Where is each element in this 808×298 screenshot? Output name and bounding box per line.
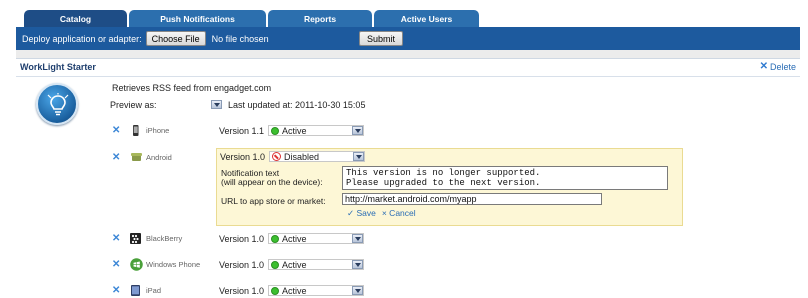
remove-env-icon[interactable]: ✕: [112, 125, 120, 136]
status-value: Active: [282, 285, 307, 296]
notification-text-sublabel: (will appear on the device):: [221, 177, 323, 187]
app-panel: WorkLight Starter ✕ Delete Retrieves RSS…: [16, 58, 800, 298]
env-name: BlackBerry: [146, 234, 183, 243]
delete-x-icon: ✕: [759, 61, 768, 72]
environment-row-ipad: ✕ iPad Version 1.0 Active: [16, 281, 800, 298]
version-control: Version 1.1 Active: [219, 125, 365, 136]
status-select[interactable]: Active: [268, 233, 365, 244]
tab-bar: Catalog Push Notifications Reports Activ…: [24, 10, 479, 27]
active-status-icon: [271, 126, 280, 135]
app-logo-icon: [36, 83, 78, 125]
version-label: Version 1.1: [219, 125, 265, 136]
deploy-bar: Deploy application or adapter: Choose Fi…: [16, 27, 800, 50]
version-label: Version 1.0: [220, 151, 266, 162]
url-input[interactable]: http://market.android.com/myapp: [342, 193, 602, 205]
remove-env-icon[interactable]: ✕: [112, 233, 120, 244]
remove-env-icon[interactable]: ✕: [112, 152, 120, 163]
tab-active-users[interactable]: Active Users: [374, 10, 479, 27]
version-control: Version 1.0 Active: [219, 233, 365, 244]
active-status-icon: [271, 260, 280, 269]
version-label: Version 1.0: [219, 233, 265, 244]
env-name: Android: [146, 153, 172, 162]
delete-app-link[interactable]: ✕ Delete: [759, 61, 796, 73]
chevron-down-icon: [352, 260, 364, 269]
status-value: Active: [282, 233, 307, 244]
tab-catalog[interactable]: Catalog: [24, 10, 127, 27]
version-label: Version 1.0: [219, 259, 265, 270]
active-status-icon: [271, 234, 280, 243]
save-link[interactable]: ✓ Save: [347, 208, 376, 219]
no-file-chosen-text: No file chosen: [211, 33, 269, 44]
chevron-down-icon: [352, 286, 364, 295]
env-name: iPad: [146, 286, 162, 295]
tab-push-notifications[interactable]: Push Notifications: [129, 10, 266, 27]
status-select[interactable]: Active: [268, 259, 365, 270]
chevron-down-icon: [352, 126, 364, 135]
status-value: Active: [282, 125, 307, 136]
ipad-icon: [131, 285, 140, 296]
version-label: Version 1.0: [219, 285, 265, 296]
env-name: iPhone: [146, 126, 170, 135]
form-actions: ✓ Save × Cancel: [347, 208, 416, 219]
chevron-down-icon: [352, 234, 364, 243]
env-name: Windows Phone: [146, 260, 201, 269]
disabled-status-icon: [272, 152, 282, 161]
submit-button[interactable]: Submit: [359, 31, 403, 46]
version-control: Version 1.0 Disabled: [220, 151, 366, 162]
preview-as-value: Preview as:: [110, 99, 157, 110]
app-title: WorkLight Starter: [20, 62, 96, 72]
version-control: Version 1.0 Active: [219, 259, 365, 270]
status-select[interactable]: Active: [268, 285, 365, 296]
environment-row-windows-phone: ✕ Windows Phone Version 1.0 Active: [16, 255, 800, 275]
remove-env-icon[interactable]: ✕: [112, 285, 120, 296]
environment-row-iphone: ✕ iPhone Version 1.1 Active: [16, 121, 800, 141]
last-updated-text: Last updated at: 2011-10-30 15:05: [228, 100, 366, 110]
status-select[interactable]: Active: [268, 125, 365, 136]
app-panel-header: WorkLight Starter ✕ Delete: [16, 59, 800, 77]
url-label: URL to app store or market:: [221, 196, 326, 206]
preview-as-select[interactable]: Preview as:: [110, 98, 222, 111]
environment-row-blackberry: ✕ BlackBerry Version 1.0 Active: [16, 229, 800, 249]
remove-env-icon[interactable]: ✕: [112, 259, 120, 270]
blackberry-icon: [130, 233, 141, 244]
separator: [16, 50, 800, 58]
notification-text-area[interactable]: This version is no longer supported. Ple…: [342, 166, 668, 190]
iphone-icon: [133, 125, 139, 136]
deploy-label: Deploy application or adapter:: [22, 33, 142, 44]
app-description: Retrieves RSS feed from engadget.com: [112, 83, 272, 93]
status-value: Disabled: [284, 151, 320, 162]
delete-label: Delete: [769, 62, 796, 72]
windows-phone-icon: [130, 258, 143, 271]
cancel-link[interactable]: × Cancel: [382, 208, 416, 219]
chevron-down-icon: [353, 152, 365, 161]
tab-reports[interactable]: Reports: [268, 10, 372, 27]
chevron-down-icon: [211, 100, 222, 109]
status-value: Active: [282, 259, 307, 270]
android-icon: [131, 153, 142, 161]
choose-file-button[interactable]: Choose File: [145, 31, 206, 46]
status-select[interactable]: Disabled: [269, 151, 366, 162]
active-status-icon: [271, 286, 280, 295]
window-edge: [800, 0, 808, 298]
version-control: Version 1.0 Active: [219, 285, 365, 296]
